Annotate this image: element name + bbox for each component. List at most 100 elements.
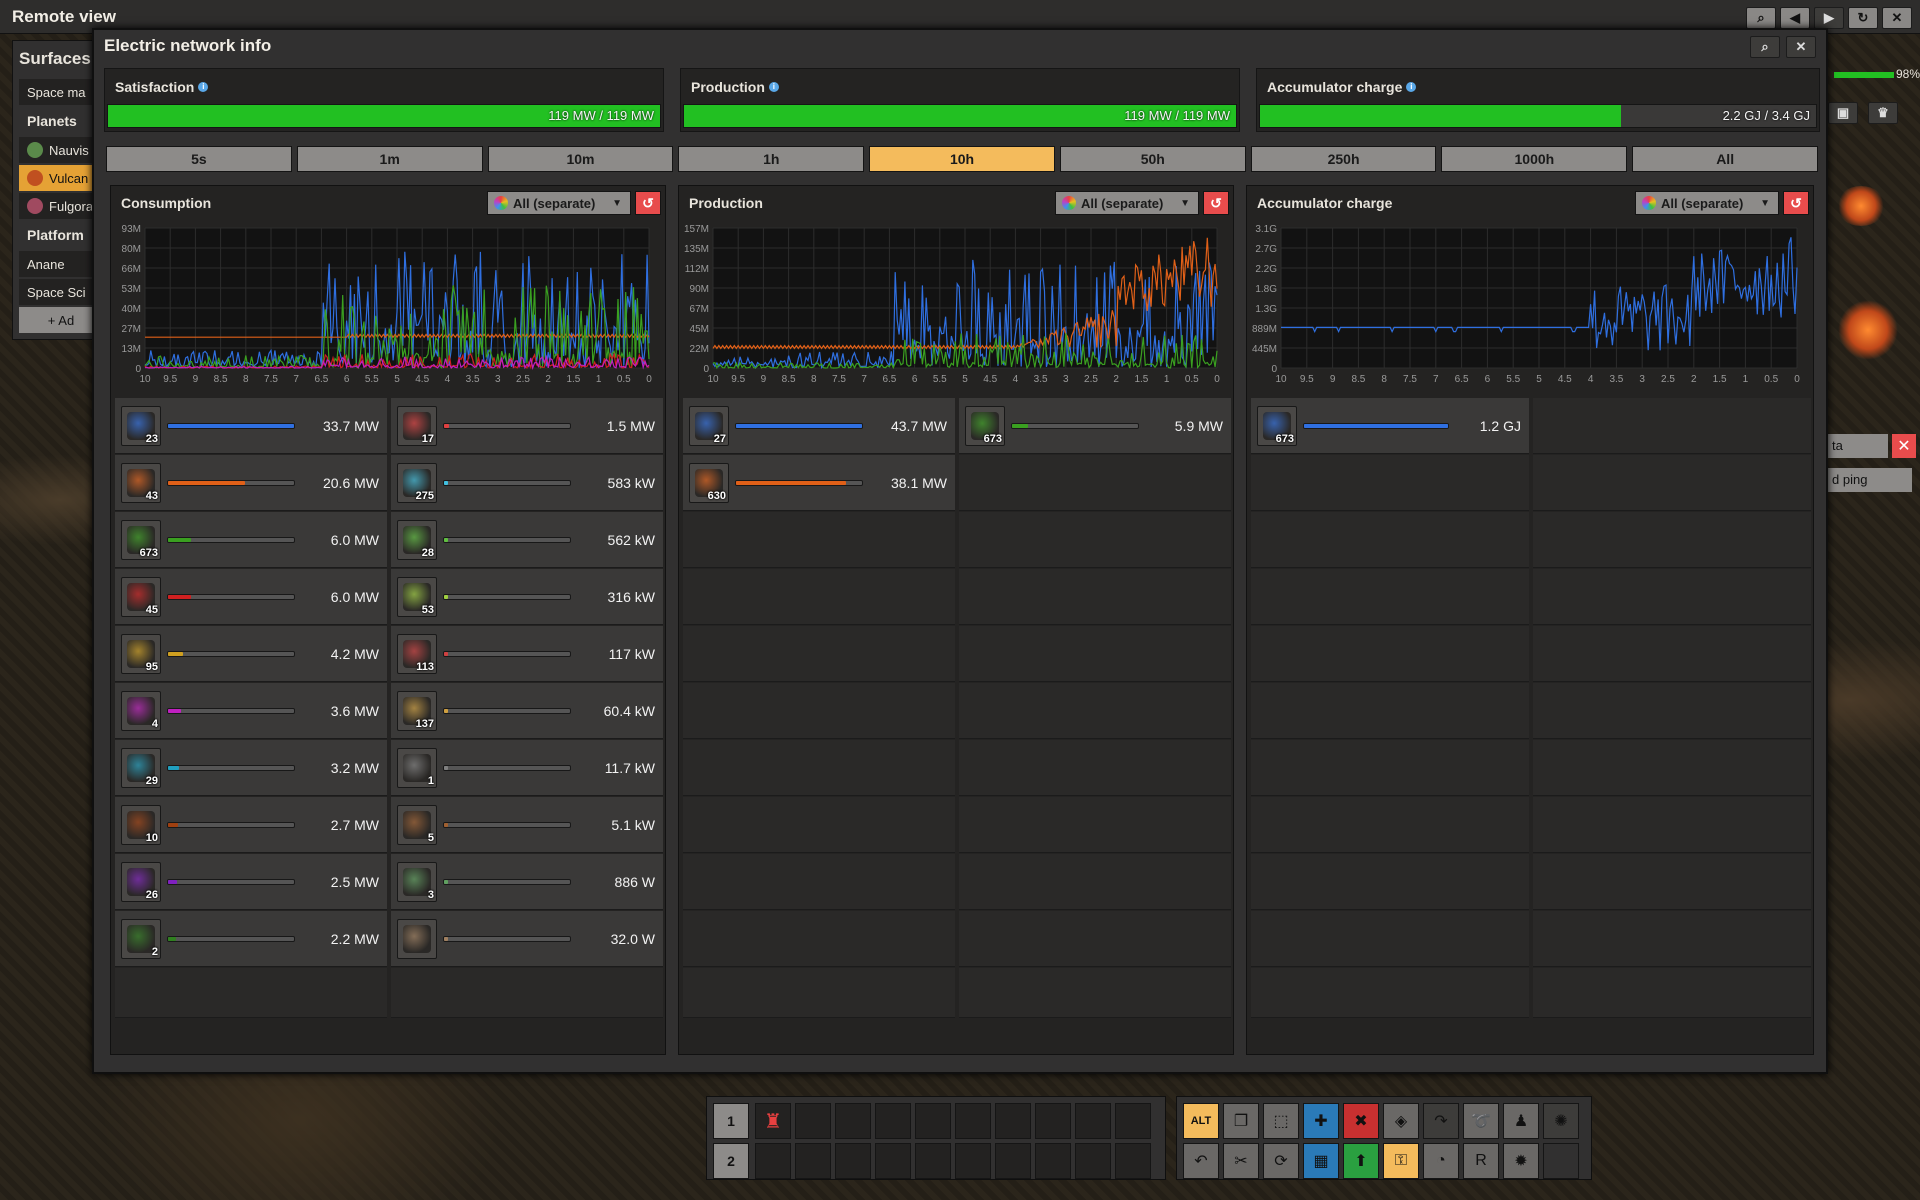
series-dropdown[interactable]: All (separate) ▼ <box>1055 191 1199 215</box>
cut-icon[interactable]: ✂ <box>1223 1143 1259 1179</box>
quickbar-slot[interactable] <box>915 1143 951 1179</box>
platform-item[interactable]: Anane <box>19 251 95 277</box>
trophy-icon[interactable]: ♛ <box>1868 102 1898 124</box>
upgrade-icon[interactable]: ⬆ <box>1343 1143 1379 1179</box>
search-icon[interactable]: ⌕ <box>1750 36 1780 58</box>
spidertron-icon[interactable]: ♟ <box>1503 1103 1539 1139</box>
tab-250h[interactable]: 250h <box>1250 146 1437 172</box>
entity-row[interactable]: 17 1.5 MW <box>391 398 663 454</box>
quickbar-slot[interactable] <box>1115 1143 1151 1179</box>
undo-arc-icon[interactable]: ↷ <box>1423 1103 1459 1139</box>
close-icon[interactable]: ✕ <box>1786 36 1816 58</box>
key-icon[interactable]: ⚿ <box>1383 1143 1419 1179</box>
entity-row[interactable]: 32.0 W <box>391 911 663 967</box>
entity-row[interactable]: 673 5.9 MW <box>959 398 1231 454</box>
entity-row[interactable]: 10 2.7 MW <box>115 797 387 853</box>
search-icon[interactable]: ⌕ <box>1746 7 1776 29</box>
deconstruct-icon[interactable]: ✖ <box>1343 1103 1379 1139</box>
planet-item-nauvis[interactable]: Nauvis <box>19 137 95 163</box>
entity-row[interactable]: 27 43.7 MW <box>683 398 955 454</box>
series-dropdown[interactable]: All (separate) ▼ <box>487 191 631 215</box>
info-icon[interactable]: i <box>768 82 779 92</box>
entity-row[interactable]: 4 3.6 MW <box>115 683 387 739</box>
settings-icon[interactable]: ✹ <box>1503 1143 1539 1179</box>
entity-row[interactable]: 28 562 kW <box>391 512 663 568</box>
quickbar-slot[interactable] <box>1035 1103 1071 1139</box>
quickbar-slot[interactable] <box>795 1103 831 1139</box>
entity-row[interactable]: 1 11.7 kW <box>391 740 663 796</box>
quickbar-slot[interactable] <box>1035 1143 1071 1179</box>
entity-row[interactable]: 5 5.1 kW <box>391 797 663 853</box>
reset-icon[interactable]: ↻ <box>1848 7 1878 29</box>
redo-icon[interactable]: ⟳ <box>1263 1143 1299 1179</box>
quickbar-slot[interactable] <box>835 1103 871 1139</box>
tab-All[interactable]: All <box>1632 146 1819 172</box>
quickbar-row-number[interactable]: 2 <box>713 1143 749 1179</box>
reset-graph-button[interactable]: ↺ <box>1783 191 1809 215</box>
entity-row[interactable]: 26 2.5 MW <box>115 854 387 910</box>
entity-row[interactable]: 137 60.4 kW <box>391 683 663 739</box>
tab-50h[interactable]: 50h <box>1059 146 1246 172</box>
bug-icon[interactable]: ✺ <box>1543 1103 1579 1139</box>
entity-row[interactable]: 29 3.2 MW <box>115 740 387 796</box>
entity-row[interactable]: 673 1.2 GJ <box>1251 398 1529 454</box>
back-arrow-icon[interactable]: ◀ <box>1780 7 1810 29</box>
add-platform-button[interactable]: + Ad <box>19 307 95 333</box>
red-r-icon[interactable]: R <box>1463 1143 1499 1179</box>
entity-row[interactable]: 95 4.2 MW <box>115 626 387 682</box>
tab-1h[interactable]: 1h <box>678 146 865 172</box>
quickbar-slot[interactable] <box>915 1103 951 1139</box>
tab-5s[interactable]: 5s <box>106 146 292 172</box>
quickbar-slot[interactable] <box>1115 1103 1151 1139</box>
artillery-remote-icon[interactable]: ♜ <box>755 1103 791 1139</box>
quickbar-slot[interactable] <box>995 1103 1031 1139</box>
quickbar-slot[interactable] <box>955 1143 991 1179</box>
blueprint-book-icon[interactable]: ▦ <box>1303 1143 1339 1179</box>
quickbar-slot[interactable] <box>1075 1143 1111 1179</box>
quickbar-slot[interactable] <box>1075 1103 1111 1139</box>
quickbar-slot[interactable] <box>875 1103 911 1139</box>
reset-graph-button[interactable]: ↺ <box>635 191 661 215</box>
green-wire-icon[interactable]: ➰ <box>1463 1103 1499 1139</box>
quickbar-slot[interactable] <box>875 1143 911 1179</box>
close-icon[interactable]: ✕ <box>1892 434 1916 458</box>
reset-graph-button[interactable]: ↺ <box>1203 191 1229 215</box>
tab-1m[interactable]: 1m <box>296 146 483 172</box>
quickbar-slot[interactable] <box>955 1103 991 1139</box>
tab-10h[interactable]: 10h <box>869 146 1055 172</box>
entity-row[interactable]: 275 583 kW <box>391 455 663 511</box>
forward-arrow-icon[interactable]: ▶ <box>1814 7 1844 29</box>
quickbar-slot[interactable] <box>795 1143 831 1179</box>
entity-row[interactable]: 53 316 kW <box>391 569 663 625</box>
entity-row[interactable]: 23 33.7 MW <box>115 398 387 454</box>
tab-10m[interactable]: 10m <box>487 146 674 172</box>
empty-tool[interactable] <box>1543 1143 1579 1179</box>
info-icon[interactable]: i <box>198 82 209 92</box>
train-icon[interactable]: ▣ <box>1828 102 1858 124</box>
series-dropdown[interactable]: All (separate) ▼ <box>1635 191 1779 215</box>
planet-item-vulcanus[interactable]: Vulcan <box>19 165 95 191</box>
tab-1000h[interactable]: 1000h <box>1441 146 1628 172</box>
side-button[interactable]: ta <box>1828 434 1888 458</box>
quickbar-slot[interactable] <box>755 1143 791 1179</box>
entity-row[interactable]: 113 117 kW <box>391 626 663 682</box>
quickbar-slot[interactable] <box>995 1143 1031 1179</box>
robot-icon[interactable]: ◈ <box>1383 1103 1419 1139</box>
surface-item[interactable]: Space ma <box>19 79 95 105</box>
undo-icon[interactable]: ↶ <box>1183 1143 1219 1179</box>
entity-row[interactable]: 3 886 W <box>391 854 663 910</box>
entity-row[interactable]: 45 6.0 MW <box>115 569 387 625</box>
select-icon[interactable]: ⬚ <box>1263 1103 1299 1139</box>
quickbar-slot[interactable] <box>835 1143 871 1179</box>
rail-planner-icon[interactable]: ◔ <box>1423 1143 1459 1179</box>
alt-mode-icon[interactable]: ALT <box>1183 1103 1219 1139</box>
info-icon[interactable]: i <box>1406 82 1417 92</box>
copy-icon[interactable]: ❐ <box>1223 1103 1259 1139</box>
blueprint-add-icon[interactable]: ✚ <box>1303 1103 1339 1139</box>
entity-row[interactable]: 2 2.2 MW <box>115 911 387 967</box>
ping-button[interactable]: d ping <box>1828 468 1912 492</box>
entity-row[interactable]: 673 6.0 MW <box>115 512 387 568</box>
entity-row[interactable]: 630 38.1 MW <box>683 455 955 511</box>
platform-item[interactable]: Space Sci <box>19 279 95 305</box>
planet-item-fulgora[interactable]: Fulgora <box>19 193 95 219</box>
